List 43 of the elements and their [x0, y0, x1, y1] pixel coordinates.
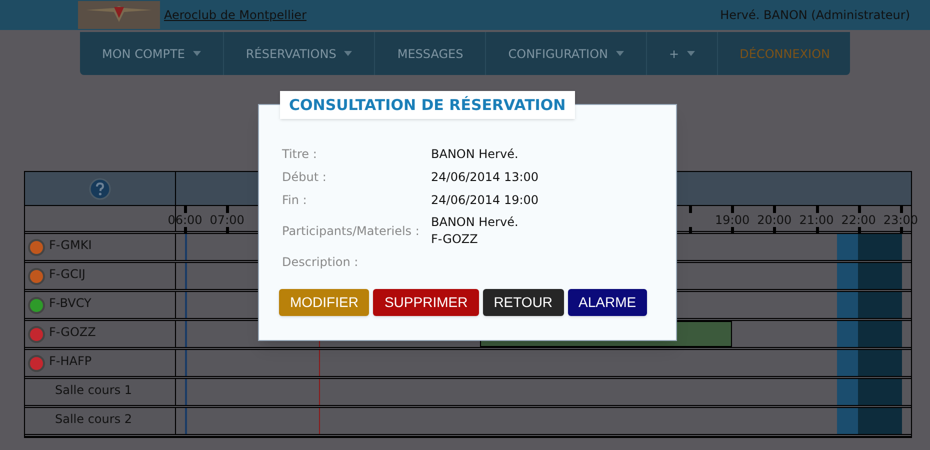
site-link[interactable]: Aeroclub de Montpellier [164, 6, 306, 24]
field-label: Début : [282, 169, 328, 186]
edit-button[interactable]: MODIFIER [279, 289, 370, 316]
field-value: BANON Hervé. [431, 214, 518, 231]
user-name: Hervé. BANON (Administrateur) [720, 7, 910, 24]
resource-name: F-BVCY [49, 295, 92, 312]
resource-name: F-GOZZ [49, 324, 96, 341]
field-label: Fin : [282, 192, 308, 209]
hour-label: 19:00 [714, 213, 751, 227]
nav-menu-item[interactable]: MESSAGES [375, 32, 486, 75]
field-value: F-GOZZ [431, 231, 479, 248]
night-shading [837, 263, 902, 289]
night-shading [837, 234, 902, 260]
night-shading [837, 350, 902, 376]
field-label: Description : [282, 254, 360, 271]
nav-menu-item[interactable]: MON COMPTE [80, 32, 224, 75]
back-button[interactable]: RETOUR [482, 289, 564, 316]
field-label: Titre : [282, 146, 318, 163]
resource-name: Salle cours 1 [55, 382, 132, 399]
field-value: 24/06/2014 19:00 [431, 192, 539, 208]
resource-name: F-GCIJ [49, 266, 86, 283]
night-shading [837, 292, 902, 318]
hour-label: 22:00 [840, 213, 877, 227]
nav-menu-item[interactable]: CONFIGURATION [486, 32, 647, 75]
night-shading [837, 408, 902, 434]
hour-label: 20:00 [756, 213, 793, 227]
help-icon[interactable] [89, 178, 111, 200]
night-shading [837, 379, 902, 405]
delete-button[interactable]: SUPPRIMER [373, 289, 479, 316]
nav-menu-item[interactable]: + [647, 32, 718, 75]
alarm-button[interactable]: ALARME [568, 289, 648, 316]
night-shading [837, 321, 902, 347]
hour-label: 21:00 [798, 213, 835, 227]
dialog-title: CONSULTATION DE RÉSERVATION [280, 91, 575, 119]
resource-name: Salle cours 2 [55, 411, 132, 428]
field-label: Participants/Materiels : [282, 223, 420, 240]
resource-name: F-GMKI [49, 237, 92, 254]
hour-label: 07:00 [208, 213, 246, 227]
nav-menu-item[interactable]: RÉSERVATIONS [224, 32, 376, 75]
field-value: BANON Hervé. [431, 146, 518, 162]
logo-icon [78, 1, 160, 29]
resource-name: F-HAFP [49, 353, 92, 370]
field-value: 24/06/2014 13:00 [431, 168, 539, 186]
